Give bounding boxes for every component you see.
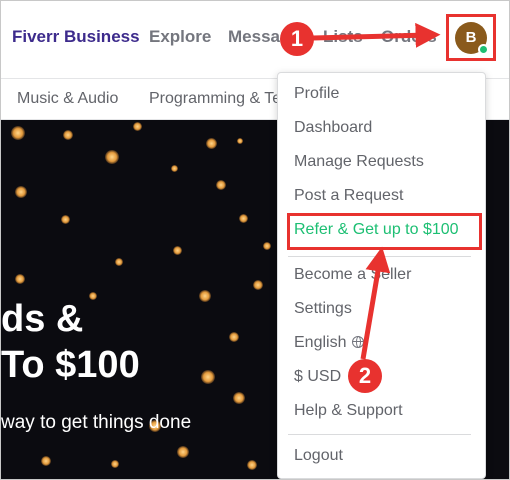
nav-fiverr-business[interactable]: Fiverr Business	[12, 27, 140, 47]
menu-item-refer[interactable]: Refer & Get up to $100	[294, 221, 459, 239]
menu-item-become-seller[interactable]: Become a Seller	[294, 266, 411, 284]
menu-item-post-request[interactable]: Post a Request	[294, 187, 403, 205]
menu-item-profile[interactable]: Profile	[294, 85, 339, 103]
top-navigation: Fiverr Business Explore Messages Lists O…	[1, 1, 509, 77]
annotation-badge-2: 2	[348, 359, 382, 393]
bokeh-light	[111, 460, 119, 468]
hero-headline-line-1: ds &	[1, 298, 84, 340]
bokeh-light	[41, 456, 51, 466]
menu-divider	[288, 256, 471, 257]
menu-item-currency[interactable]: $ USD	[294, 368, 341, 386]
menu-item-logout[interactable]: Logout	[294, 447, 343, 465]
nav-orders[interactable]: Orders	[381, 27, 437, 47]
bokeh-light	[15, 274, 25, 284]
bokeh-light	[105, 150, 119, 164]
bokeh-light	[247, 460, 257, 470]
nav-explore[interactable]: Explore	[149, 27, 211, 47]
hero-headline-line-2: To $100	[1, 344, 140, 386]
bokeh-light	[206, 138, 217, 149]
bokeh-light	[15, 186, 27, 198]
bokeh-light	[63, 130, 73, 140]
bokeh-light	[171, 165, 178, 172]
bokeh-light	[229, 332, 239, 342]
bokeh-light	[253, 280, 263, 290]
bokeh-light	[115, 258, 123, 266]
bokeh-light	[233, 392, 245, 404]
profile-dropdown-menu: Profile Dashboard Manage Requests Post a…	[277, 72, 486, 479]
bokeh-light	[216, 180, 226, 190]
bokeh-light	[263, 242, 271, 250]
bokeh-light	[11, 126, 25, 140]
hero-subtitle: way to get things done	[1, 412, 192, 433]
category-programming-tech[interactable]: Programming & Tech	[149, 90, 298, 108]
menu-item-manage-requests[interactable]: Manage Requests	[294, 153, 424, 171]
globe-icon	[352, 336, 365, 348]
bokeh-light	[89, 292, 97, 300]
language-label: English	[294, 334, 347, 351]
browser-frame: Fiverr Business Explore Messages Lists O…	[0, 0, 510, 480]
bokeh-light	[239, 214, 248, 223]
menu-divider	[288, 434, 471, 435]
bokeh-light	[133, 122, 142, 131]
bokeh-light	[61, 215, 70, 224]
menu-item-dashboard[interactable]: Dashboard	[294, 119, 372, 137]
menu-item-help-support[interactable]: Help & Support	[294, 402, 403, 420]
bokeh-light	[177, 446, 189, 458]
bokeh-light	[201, 370, 215, 384]
avatar-highlight-box: B	[446, 14, 496, 61]
menu-item-settings[interactable]: Settings	[294, 300, 352, 318]
bokeh-light	[199, 290, 211, 302]
bokeh-light	[237, 138, 243, 144]
menu-item-language[interactable]: English	[294, 334, 365, 352]
category-music-audio[interactable]: Music & Audio	[17, 90, 118, 108]
nav-lists[interactable]: Lists	[323, 27, 363, 47]
bokeh-light	[173, 246, 182, 255]
online-status-dot	[478, 44, 489, 55]
annotation-badge-1: 1	[280, 22, 314, 56]
